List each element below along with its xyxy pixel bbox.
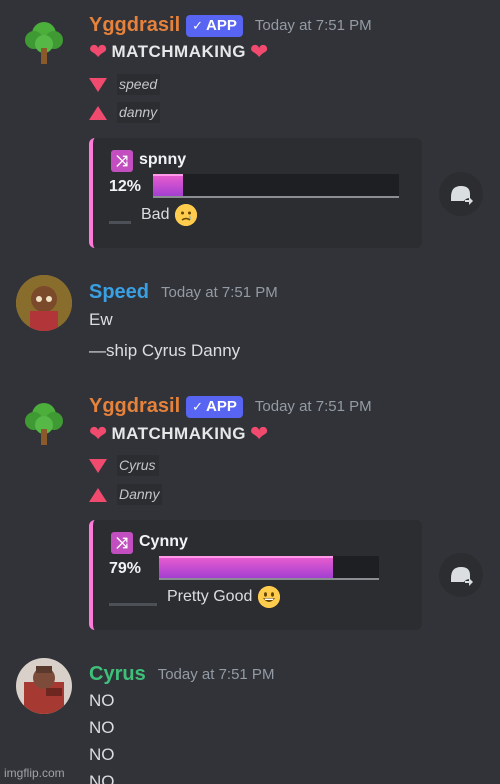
rating-row: Bad xyxy=(109,204,198,226)
down-name: speed xyxy=(117,74,161,95)
heart-icon: ❤ xyxy=(89,39,108,64)
love-meter-track xyxy=(159,556,379,580)
rating-divider xyxy=(109,220,131,224)
heart-icon: ❤ xyxy=(89,421,108,446)
timestamp: Today at 7:51 PM xyxy=(157,666,275,683)
love-meter-track xyxy=(153,174,399,198)
heart-icon: ❤ xyxy=(250,421,269,446)
cyrus-avatar[interactable] xyxy=(16,658,72,714)
app-badge: ✓ APP xyxy=(186,14,243,37)
user-avatar-icon xyxy=(16,658,72,714)
speed-avatar[interactable] xyxy=(16,275,72,331)
rating-divider xyxy=(109,602,157,606)
timestamp: Today at 7:51 PM xyxy=(161,284,278,301)
ship-embed: ⤨ Cynny 79% Pretty Good xyxy=(89,520,422,630)
up-name: Danny xyxy=(117,484,163,505)
app-badge: ✓ APP xyxy=(186,395,243,418)
tree-avatar-icon xyxy=(16,14,72,70)
add-reaction-icon xyxy=(451,186,473,205)
ship-name: spnny xyxy=(139,151,187,168)
timestamp: Today at 7:51 PM xyxy=(254,398,372,415)
heart-icon: ❤ xyxy=(250,39,269,64)
user-avatar-icon xyxy=(16,275,72,331)
triangle-up-icon xyxy=(89,487,107,502)
timestamp: Today at 7:51 PM xyxy=(254,17,372,34)
down-name: Cyrus xyxy=(117,455,159,476)
author-name[interactable]: Yggdrasil xyxy=(89,14,180,37)
yggdrasil-avatar[interactable] xyxy=(16,14,72,70)
ship-name: Cynny xyxy=(139,533,188,550)
rating-text: Pretty Good xyxy=(167,588,253,605)
author-name[interactable]: Speed xyxy=(89,281,149,304)
shuffle-icon: ⤨ xyxy=(111,532,133,554)
triangle-down-icon xyxy=(89,458,107,473)
reaction-button[interactable] xyxy=(439,172,483,216)
reaction-button[interactable] xyxy=(439,553,483,597)
up-name: danny xyxy=(117,102,161,123)
percent-label: 12% xyxy=(109,178,142,195)
shuffle-icon: ⤨ xyxy=(111,150,133,172)
triangle-up-icon xyxy=(89,105,107,120)
rating-text: Bad xyxy=(141,206,170,223)
love-meter-fill xyxy=(153,174,183,196)
message-text: NO xyxy=(89,745,115,764)
check-icon: ✓ xyxy=(192,398,204,414)
tree-avatar-icon xyxy=(16,395,72,451)
rating-row: Pretty Good xyxy=(109,586,281,608)
love-meter-fill xyxy=(159,556,333,578)
message-text: NO xyxy=(89,772,115,784)
triangle-down-icon xyxy=(89,77,107,92)
grinning-face-icon xyxy=(258,586,281,608)
crying-face-icon xyxy=(175,204,198,226)
badge-label: APP xyxy=(206,17,237,34)
matchmaking-heading: MATCHMAKING xyxy=(111,42,246,61)
add-reaction-icon xyxy=(451,567,473,586)
watermark: imgflip.com xyxy=(4,766,65,780)
message-text: Ew xyxy=(89,310,113,329)
badge-label: APP xyxy=(206,398,237,415)
check-icon: ✓ xyxy=(192,17,204,33)
message-text: NO xyxy=(89,691,115,710)
yggdrasil-avatar[interactable] xyxy=(16,395,72,451)
author-name[interactable]: Cyrus xyxy=(89,663,146,686)
message-text: NO xyxy=(89,718,115,737)
message-text: —ship Cyrus Danny xyxy=(89,341,241,360)
author-name[interactable]: Yggdrasil xyxy=(89,395,180,418)
percent-label: 79% xyxy=(109,560,142,577)
ship-embed: ⤨ spnny 12% Bad xyxy=(89,138,422,248)
matchmaking-heading: MATCHMAKING xyxy=(111,424,246,443)
